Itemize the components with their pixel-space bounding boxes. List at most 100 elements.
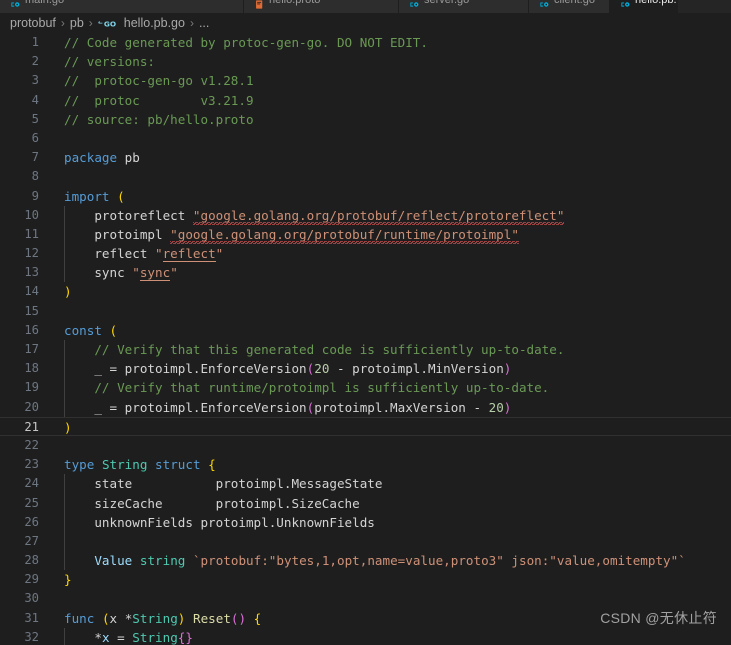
line-number[interactable]: 25 [0,494,48,513]
code-line[interactable]: 11 protoimpl "google.golang.org/protobuf… [0,224,731,245]
code-line-content[interactable]: Value string `protobuf:"bytes,1,opt,name… [48,551,731,571]
line-number[interactable]: 6 [0,129,48,148]
breadcrumb-item-hello-pb-go[interactable]: hello.pb.go [124,16,185,30]
line-number[interactable]: 10 [0,206,48,225]
line-number[interactable]: 5 [0,110,48,129]
line-number[interactable]: 26 [0,513,48,532]
code-line-content[interactable]: // Code generated by protoc-gen-go. DO N… [48,33,731,52]
line-number[interactable]: 24 [0,474,48,493]
code-line[interactable]: 26 unknownFields protoimpl.UnknownFields [0,512,731,532]
line-number[interactable]: 30 [0,589,48,608]
code-line-content[interactable]: _ = protoimpl.EnforceVersion(protoimpl.M… [48,397,731,417]
line-number[interactable]: 16 [0,321,48,340]
code-line-content[interactable]: } [48,570,731,589]
line-number[interactable]: 17 [0,340,48,359]
code-line-content[interactable]: state protoimpl.MessageState [48,474,731,494]
line-number[interactable]: 13 [0,263,48,282]
code-line[interactable]: 25 sizeCache protoimpl.SizeCache [0,493,731,513]
code-line[interactable]: 24 state protoimpl.MessageState [0,474,731,494]
code-editor[interactable]: 1 // Code generated by protoc-gen-go. DO … [0,33,731,645]
code-line[interactable]: 3 // protoc-gen-go v1.28.1 [0,71,731,90]
code-line[interactable]: 27 [0,531,731,552]
code-line-content[interactable]: // protoc v3.21.9 [48,91,731,110]
code-line-content[interactable]: package pb [48,148,731,167]
line-number[interactable]: 12 [0,244,48,263]
editor-tab-hello-proto[interactable]: hello.proto [244,0,399,13]
code-line[interactable]: 10 protoreflect "google.golang.org/proto… [0,205,731,225]
code-line-content[interactable]: import ( [48,187,731,206]
code-line[interactable]: 21) [0,416,731,436]
line-number[interactable]: 28 [0,551,48,570]
code-line-content[interactable]: _ = protoimpl.EnforceVersion(20 - protoi… [48,359,731,379]
line-number[interactable]: 1 [0,33,48,52]
line-number[interactable]: 11 [0,225,48,244]
code-line-content[interactable]: // source: pb/hello.proto [48,110,731,129]
line-number[interactable]: 14 [0,282,48,301]
code-line-content[interactable] [48,531,731,552]
code-line[interactable]: 18 _ = protoimpl.EnforceVersion(20 - pro… [0,359,731,379]
editor-tab-main-go[interactable]: main.go [0,0,244,13]
line-number[interactable]: 2 [0,52,48,71]
line-number[interactable]: 22 [0,436,48,455]
code-line-content[interactable]: *x = String{} [48,627,731,645]
code-line-content[interactable]: unknownFields protoimpl.UnknownFields [48,512,731,532]
code-line-content[interactable]: // protoc-gen-go v1.28.1 [48,71,731,90]
breadcrumb[interactable]: protobuf › pb › GO hello.pb.go ›... [0,13,731,33]
line-number[interactable]: 23 [0,455,48,474]
line-number[interactable]: 15 [0,302,48,321]
line-number[interactable]: 9 [0,187,48,206]
code-line[interactable]: 4 // protoc v3.21.9 [0,91,731,110]
code-line[interactable]: 29} [0,570,731,589]
code-line[interactable]: 22 [0,436,731,455]
code-line[interactable]: 17 // Verify that this generated code is… [0,340,731,360]
code-line[interactable]: 8 [0,167,731,186]
line-number[interactable]: 4 [0,91,48,110]
code-line[interactable]: 6 [0,129,731,148]
editor-tab-bar[interactable]: main.go hello.proto server.go client.go hell… [0,0,731,13]
editor-tab-hello-pb-go[interactable]: hello.pb.go [610,0,678,13]
line-number[interactable]: 31 [0,609,48,628]
code-line[interactable]: 9 import ( [0,187,731,206]
code-line-content[interactable]: type String struct { [48,455,731,474]
code-line[interactable]: 30 [0,589,731,608]
code-line[interactable]: 32 *x = String{} [0,627,731,645]
editor-tab-client-go[interactable]: client.go [529,0,610,13]
code-line-content[interactable]: const ( [48,321,731,340]
code-line[interactable]: 15 [0,302,731,321]
code-line[interactable]: 5 // source: pb/hello.proto [0,110,731,129]
code-line-content[interactable] [48,436,731,455]
code-line-list[interactable]: 1 // Code generated by protoc-gen-go. DO … [0,33,731,645]
code-line[interactable]: 2 // versions: [0,52,731,71]
code-line[interactable]: 14) [0,282,731,301]
line-number[interactable]: 19 [0,378,48,397]
line-number[interactable]: 21 [0,418,48,435]
code-line-content[interactable]: protoimpl "google.golang.org/protobuf/ru… [48,224,731,245]
code-line[interactable]: 23 type String struct { [0,455,731,474]
code-line[interactable]: 1 // Code generated by protoc-gen-go. DO … [0,33,731,52]
code-line-content[interactable]: ) [48,418,731,435]
line-number[interactable]: 3 [0,71,48,90]
editor-tab-server-go[interactable]: server.go [399,0,529,13]
breadcrumb-item--[interactable]: ... [199,16,209,30]
code-line-content[interactable]: protoreflect "google.golang.org/protobuf… [48,205,731,225]
code-line[interactable]: 19 // Verify that runtime/protoimpl is s… [0,378,731,398]
code-line[interactable]: 20 _ = protoimpl.EnforceVersion(protoimp… [0,397,731,417]
code-line-content[interactable]: sync "sync" [48,263,731,283]
code-line[interactable]: 28 Value string `protobuf:"bytes,1,opt,n… [0,551,731,571]
breadcrumb-item-protobuf[interactable]: protobuf [10,16,56,30]
breadcrumb-item-pb[interactable]: pb [70,16,84,30]
code-line[interactable]: 7 package pb [0,148,731,167]
code-line[interactable]: 16 const ( [0,321,731,340]
code-line-content[interactable]: // Verify that runtime/protoimpl is suff… [48,378,731,398]
code-line-content[interactable]: sizeCache protoimpl.SizeCache [48,493,731,513]
line-number[interactable]: 29 [0,570,48,589]
code-line-content[interactable] [48,129,731,148]
code-line-content[interactable] [48,167,731,186]
code-line-content[interactable]: ) [48,282,731,301]
code-line-content[interactable] [48,302,731,321]
code-line-content[interactable]: // Verify that this generated code is su… [48,340,731,360]
code-line-content[interactable]: // versions: [48,52,731,71]
code-line-content[interactable]: reflect "reflect" [48,244,731,264]
line-number[interactable]: 7 [0,148,48,167]
code-line[interactable]: 12 reflect "reflect" [0,244,731,264]
